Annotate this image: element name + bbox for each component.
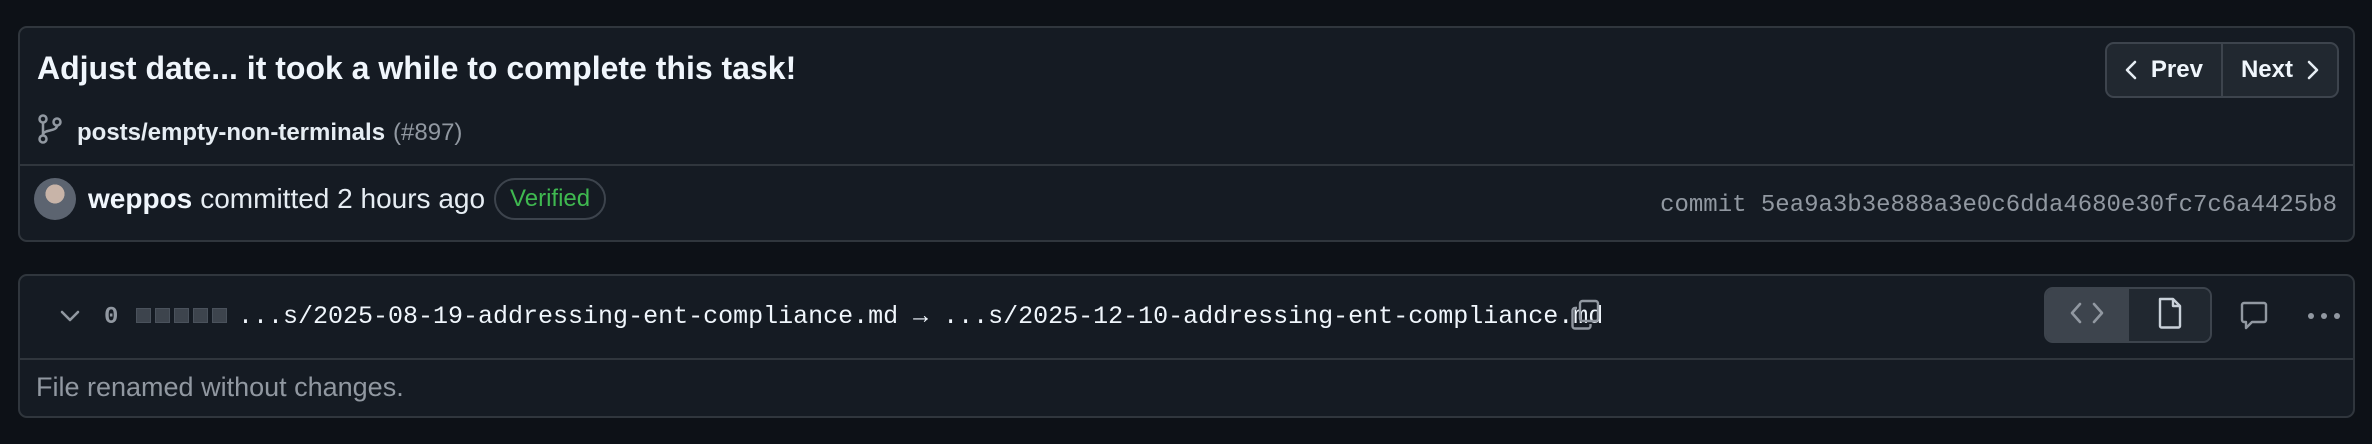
code-icon — [2070, 302, 2104, 329]
prev-button[interactable]: Prev — [2107, 44, 2223, 96]
pull-request-link[interactable]: (#897) — [393, 119, 462, 147]
file-diff: 0 ...s/2025-08-19-addressing-ent-complia… — [18, 274, 2355, 418]
commit-summary: Adjust date... it took a while to comple… — [20, 28, 2353, 166]
comment-icon[interactable] — [2238, 300, 2270, 337]
avatar[interactable] — [34, 178, 76, 220]
copy-icon[interactable] — [1570, 298, 1602, 337]
author-link[interactable]: weppos — [88, 183, 192, 215]
commit-nav: Prev Next — [2104, 42, 2339, 98]
chevron-left-icon — [2125, 60, 2151, 80]
commit-header: Adjust date... it took a while to comple… — [18, 26, 2355, 242]
chevron-right-icon — [2293, 60, 2319, 80]
commit-sha: commit 5ea9a3b3e888a3e0c6dda4680e30fc7c6… — [1660, 192, 2337, 219]
file-icon — [2157, 297, 2183, 334]
diffstat-block — [155, 308, 170, 323]
file-header: 0 ...s/2025-08-19-addressing-ent-complia… — [20, 276, 2353, 360]
diffstat-block — [193, 308, 208, 323]
diffstat-block — [212, 308, 227, 323]
file-path[interactable]: ...s/2025-08-19-addressing-ent-complianc… — [238, 302, 1603, 331]
next-label: Next — [2240, 56, 2293, 83]
verified-badge[interactable]: Verified — [494, 178, 607, 220]
branch-info: posts/empty-non-terminals (#897) — [37, 114, 462, 151]
branch-link[interactable]: posts/empty-non-terminals — [77, 119, 385, 147]
prev-label: Prev — [2150, 56, 2203, 83]
view-toggle — [2044, 287, 2212, 343]
author-row: weppos committed 2 hours ago Verified — [34, 178, 607, 220]
diff-count: 0 — [104, 304, 119, 331]
diffstat-block — [136, 308, 151, 323]
chevron-down-icon[interactable] — [58, 304, 82, 333]
next-button[interactable]: Next — [2223, 44, 2337, 96]
rename-notice: File renamed without changes. — [36, 372, 404, 402]
diffstat — [136, 308, 227, 323]
git-branch-icon — [37, 114, 77, 151]
diffstat-block — [174, 308, 189, 323]
commit-time: committed 2 hours ago — [200, 183, 486, 214]
commit-title: Adjust date... it took a while to comple… — [37, 50, 797, 86]
file-view-button[interactable] — [2129, 289, 2210, 341]
code-view-button[interactable] — [2046, 289, 2129, 341]
kebab-icon[interactable] — [2306, 300, 2342, 337]
